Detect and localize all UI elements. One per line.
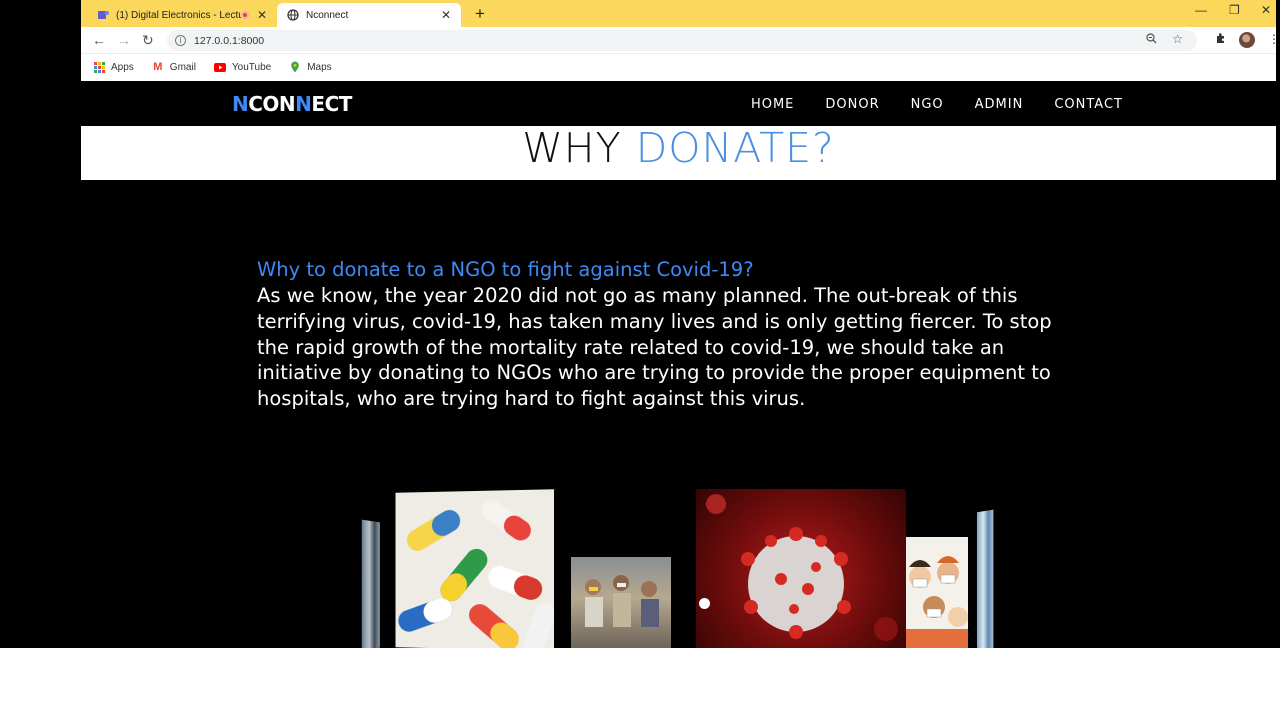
- logo-letter: N: [232, 92, 249, 116]
- tab-digital-electronics[interactable]: (1) Digital Electronics - Lectu ✕: [87, 3, 277, 27]
- close-window-icon[interactable]: ✕: [1261, 3, 1271, 17]
- section-title: WHY DONATE?: [81, 126, 1276, 170]
- site-navbar: NCONNECT HOME DONOR NGO ADMIN CONTACT: [81, 81, 1276, 126]
- image-carousel[interactable]: [81, 481, 1276, 648]
- tab-nconnect[interactable]: Nconnect ✕: [277, 3, 461, 27]
- tab-strip: (1) Digital Electronics - Lectu ✕ Nconne…: [81, 0, 1276, 27]
- bookmark-label: Apps: [111, 61, 134, 73]
- restore-icon[interactable]: ❐: [1229, 3, 1240, 17]
- bookmark-label: Gmail: [169, 61, 196, 73]
- carousel-image-sky[interactable]: [976, 509, 994, 648]
- back-icon[interactable]: ←: [92, 32, 106, 48]
- maps-icon: [289, 61, 301, 73]
- site-menu: HOME DONOR NGO ADMIN CONTACT: [720, 97, 1123, 112]
- nav-admin[interactable]: ADMIN: [975, 97, 1024, 112]
- reload-icon[interactable]: ↻: [142, 32, 154, 49]
- logo-letter: N: [295, 92, 312, 116]
- bookmark-gmail[interactable]: M Gmail: [152, 61, 196, 73]
- nav-ngo[interactable]: NGO: [911, 97, 944, 112]
- new-tab-icon[interactable]: +: [475, 4, 485, 24]
- carousel-image-pills[interactable]: [395, 489, 555, 648]
- bookmark-youtube[interactable]: YouTube: [213, 61, 272, 73]
- tab-title: (1) Digital Electronics - Lectu: [116, 9, 241, 21]
- bookmark-maps[interactable]: Maps: [289, 61, 332, 73]
- recording-icon: [240, 11, 249, 19]
- section-title-band: WHY DONATE?: [81, 126, 1276, 180]
- menu-dots-icon[interactable]: ⋮: [1268, 32, 1280, 46]
- website-viewport: NCONNECT HOME DONOR NGO ADMIN CONTACT WH…: [81, 81, 1276, 648]
- bookmark-apps[interactable]: Apps: [93, 61, 134, 73]
- donate-content: Why to donate to a NGO to fight against …: [257, 257, 1087, 412]
- info-icon[interactable]: i: [175, 35, 186, 46]
- address-bar[interactable]: i 127.0.0.1:8000 ☆: [167, 30, 1197, 51]
- carousel-image-coronavirus[interactable]: [696, 489, 906, 648]
- nav-home[interactable]: HOME: [751, 97, 794, 112]
- donate-question: Why to donate to a NGO to fight against …: [257, 258, 754, 281]
- youtube-icon: [213, 61, 226, 73]
- nav-contact[interactable]: CONTACT: [1054, 97, 1123, 112]
- close-tab-icon[interactable]: ✕: [257, 8, 267, 22]
- forward-icon[interactable]: →: [117, 32, 131, 48]
- bookmark-label: Maps: [307, 61, 332, 73]
- browser-toolbar: ← → ↻ i 127.0.0.1:8000 ☆ ⋮: [81, 27, 1280, 54]
- bookmarks-bar: Apps M Gmail YouTube Maps: [81, 54, 1276, 80]
- desktop-left-margin: [0, 0, 81, 648]
- zoom-icon[interactable]: [1146, 33, 1157, 47]
- section-title-highlight: DONATE?: [635, 124, 835, 172]
- nav-donor[interactable]: DONOR: [825, 97, 879, 112]
- profile-avatar[interactable]: [1239, 32, 1255, 48]
- screen: (1) Digital Electronics - Lectu ✕ Nconne…: [0, 0, 1280, 720]
- logo-letters: ECT: [311, 92, 352, 116]
- minimize-icon[interactable]: —: [1195, 3, 1207, 17]
- gmail-icon: M: [153, 61, 163, 73]
- carousel-image-street[interactable]: [361, 519, 380, 648]
- globe-icon: [287, 9, 299, 21]
- bookmark-star-icon[interactable]: ☆: [1172, 32, 1183, 46]
- donate-paragraph: As we know, the year 2020 did not go as …: [257, 284, 1052, 411]
- carousel-image-masked-crowd[interactable]: [906, 537, 968, 648]
- close-tab-icon[interactable]: ✕: [441, 8, 451, 22]
- extensions-icon[interactable]: [1215, 32, 1227, 47]
- section-title-word: WHY: [522, 124, 622, 172]
- site-logo[interactable]: NCONNECT: [232, 92, 352, 116]
- logo-letters: CON: [248, 92, 296, 116]
- desktop-right-margin: [1276, 0, 1280, 648]
- bookmark-label: YouTube: [231, 61, 272, 73]
- teams-icon: [97, 9, 109, 21]
- carousel-image-people-masks[interactable]: [571, 557, 671, 648]
- url-text: 127.0.0.1:8000: [194, 34, 265, 47]
- apps-grid-icon: [93, 61, 105, 73]
- tab-title: Nconnect: [306, 9, 349, 21]
- carousel-indicator-dot[interactable]: [699, 598, 710, 609]
- browser-window: (1) Digital Electronics - Lectu ✕ Nconne…: [81, 0, 1280, 80]
